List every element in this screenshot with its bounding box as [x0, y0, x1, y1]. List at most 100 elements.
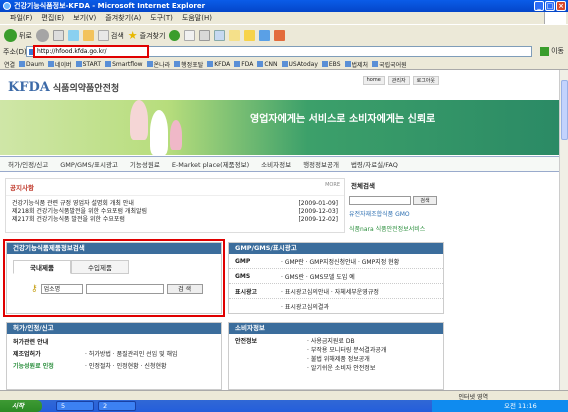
search-button[interactable]: 검색	[97, 30, 124, 41]
permit-row[interactable]: 기능성원료 인정 · 인정절차 · 인정현황 · 신청현황	[13, 361, 215, 373]
link-icon	[344, 61, 351, 67]
home-button[interactable]	[82, 30, 94, 41]
menu-file[interactable]: 파일(F)	[10, 13, 32, 23]
star-icon: ★	[127, 29, 138, 42]
menu-edit[interactable]: 편집(E)	[41, 13, 64, 23]
consumer-row[interactable]: · 부작용 모니터링 분석결과공개	[235, 346, 437, 355]
permit-row[interactable]: 제조업허가 · 허가방법 · 품질관리인 선임 및 해임	[13, 349, 215, 361]
nav-material[interactable]: 기능성원료	[130, 159, 160, 169]
back-button[interactable]: 뒤로	[4, 29, 32, 42]
go-button[interactable]: 이동	[540, 46, 564, 56]
link-label: Daum	[26, 60, 44, 68]
gmp-row[interactable]: GMP · GMP란 · GMP지정신청안내 · GMP지정 현황	[229, 254, 443, 269]
notice-item[interactable]: 제218회 건강기능식품발전을 위한 수요포럼 개최알림 [2009-12-03]	[12, 208, 338, 216]
search-icon	[97, 30, 109, 41]
gmp-panel: GMP/GMS/표시광고 GMP · GMP란 · GMP지정신청안내 · GMP…	[228, 242, 444, 314]
home-link[interactable]: home	[362, 76, 385, 85]
logout-link[interactable]: 로그아웃	[412, 76, 439, 85]
notice-more-link[interactable]: MORE	[325, 182, 340, 188]
print-button[interactable]	[199, 30, 211, 41]
site-logo[interactable]: KFDA 식품의약품안전청	[8, 80, 119, 95]
gmp-row-key: GMS	[235, 272, 251, 280]
link-icon	[19, 61, 26, 67]
notice-item[interactable]: 제217회 건강기능식품 발전을 위한 수요포럼 [2009-12-02]	[12, 216, 338, 224]
link-onnara[interactable]: 온나라	[146, 60, 170, 69]
consumer-row[interactable]: · 알기쉬운 소비자 안전정보	[235, 364, 437, 373]
gmo-banner[interactable]: 유전자재조합식품 GMO	[349, 209, 444, 218]
menu-help[interactable]: 도움말(H)	[182, 13, 212, 23]
minimize-button[interactable]: _	[534, 1, 544, 11]
link-smartflow[interactable]: Smartflow	[105, 61, 143, 68]
nav-consumer[interactable]: 소비자정보	[261, 159, 291, 169]
link-start[interactable]: START	[75, 60, 102, 68]
consumer-row-value: · 알기쉬운 소비자 안전정보	[307, 365, 376, 372]
link-naver[interactable]: 네이버	[48, 60, 72, 69]
window-title-bar[interactable]: 건강기능식품정보-KFDA - Microsoft Internet Explo…	[0, 0, 568, 12]
link-portal[interactable]: 행정포탈	[174, 60, 203, 69]
link-usatoday[interactable]: USAtoday	[281, 61, 318, 68]
refresh-button[interactable]	[67, 30, 79, 41]
favorites-label: 즐겨찾기	[139, 31, 166, 40]
link-ebs[interactable]: EBS	[321, 61, 341, 68]
history-button[interactable]	[169, 30, 181, 41]
full-search-button[interactable]: 검색	[413, 196, 437, 205]
start-button[interactable]: 시작	[0, 400, 42, 412]
full-search-input[interactable]	[349, 196, 411, 205]
link-daum[interactable]: Daum	[19, 61, 44, 68]
link-korean[interactable]: 국립국어원	[372, 60, 407, 69]
favorites-button[interactable]: ★ 즐겨찾기	[128, 29, 166, 42]
taskbar-item[interactable]: 5	[56, 401, 94, 411]
nav-gmp[interactable]: GMP/GMS/표시광고	[60, 159, 118, 169]
foodnara-banner[interactable]: 식품nara 식품안전정보서비스	[349, 224, 444, 233]
maximize-button[interactable]: □	[545, 1, 555, 11]
admin-link[interactable]: 관리자	[387, 76, 410, 85]
consumer-row-key	[235, 346, 303, 355]
edit-button[interactable]	[214, 30, 226, 41]
back-label: 뒤로	[19, 31, 32, 40]
consumer-row[interactable]: · 불법 위해제품 정보공개	[235, 355, 437, 364]
notice-panel: 공지사항 MORE 건강기능식품 관련 규정 영업자 설명회 개최 안내 [200…	[5, 178, 345, 233]
notice-date: [2009-01-09]	[298, 200, 338, 207]
permit-row[interactable]: 허가관련 안내	[13, 337, 215, 349]
taskbar: 시작 5 2 오전 11:16	[0, 400, 568, 412]
ie-icon	[3, 2, 11, 10]
mail-button[interactable]	[184, 30, 196, 41]
link-cnn[interactable]: CNN	[257, 60, 278, 68]
link-moleg[interactable]: 법제처	[344, 60, 368, 69]
link-fda[interactable]: FDA	[234, 61, 253, 68]
link-label: START	[82, 60, 102, 68]
taskbar-item[interactable]: 2	[98, 401, 136, 411]
consumer-row[interactable]: 안전정보 · 사용금지원료 DB	[235, 337, 437, 346]
back-arrow-icon	[4, 29, 17, 42]
nav-permit[interactable]: 허가/인정/신고	[8, 159, 48, 169]
link-kfda[interactable]: KFDA	[207, 61, 230, 68]
link-icon	[372, 61, 379, 67]
scrollbar-thumb[interactable]	[561, 80, 568, 140]
tool-button[interactable]	[259, 30, 271, 41]
link-icon	[321, 61, 328, 67]
folder-button[interactable]	[229, 30, 241, 41]
gms-row[interactable]: GMS · GMS란 · GMS모델 도입 예	[229, 269, 443, 284]
menu-favorites[interactable]: 즐겨찾기(A)	[105, 13, 141, 23]
vertical-scrollbar[interactable]	[559, 70, 568, 390]
menu-view[interactable]: 보기(V)	[73, 13, 96, 23]
stop-button[interactable]	[52, 30, 64, 41]
nav-emarket[interactable]: E-Market place(제품정보)	[172, 159, 249, 169]
ad-row[interactable]: 표시광고 · 표시광고심의안내 · 자체세부운영규정	[229, 284, 443, 299]
go-label: 이동	[551, 47, 564, 55]
forward-button[interactable]	[35, 29, 49, 42]
nav-law[interactable]: 법령/자료실/FAQ	[351, 159, 398, 169]
link-label: CNN	[264, 60, 278, 68]
close-button[interactable]: ×	[556, 1, 566, 11]
ad-result-row[interactable]: · 표시광고심의결과	[229, 299, 443, 314]
menu-tools[interactable]: 도구(T)	[150, 13, 173, 23]
notice-text: 제218회 건강기능식품발전을 위한 수요포럼 개최알림	[12, 208, 148, 215]
notice-item[interactable]: 건강기능식품 관련 규정 영업자 설명회 개최 안내 [2009-01-09]	[12, 200, 338, 208]
gmp-row-value: · GMP란 · GMP지정신청안내 · GMP지정 현황	[281, 258, 400, 266]
nav-admin-info[interactable]: 행정정보공개	[303, 159, 339, 169]
consumer-row-key	[235, 364, 303, 373]
addon-button[interactable]	[274, 30, 286, 41]
messenger-button[interactable]	[244, 30, 256, 41]
consumer-row-key	[235, 355, 303, 364]
consumer-row-value: · 사용금지원료 DB	[307, 338, 355, 345]
